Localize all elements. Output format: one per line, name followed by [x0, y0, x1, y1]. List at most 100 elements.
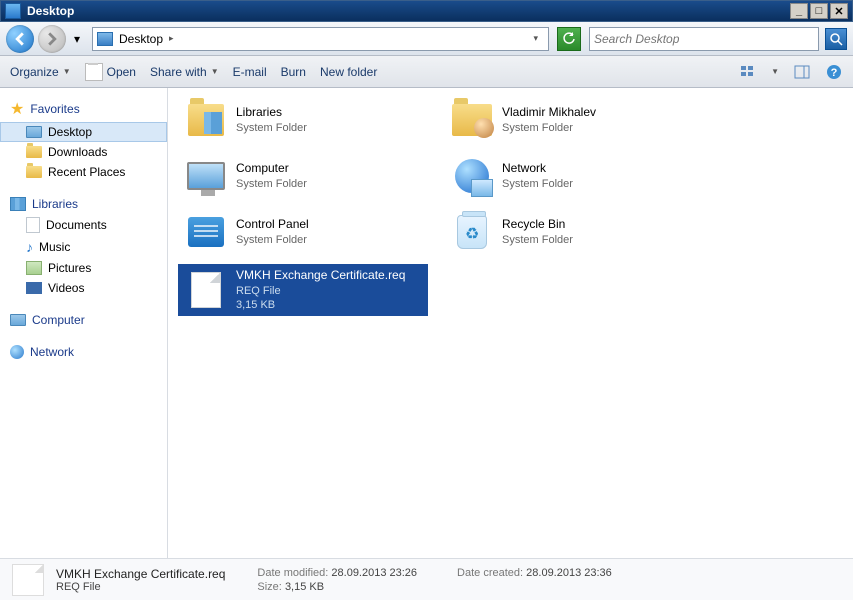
address-text: Desktop: [119, 32, 163, 46]
item-computer[interactable]: Computer System Folder: [178, 152, 428, 200]
file-icon: [186, 270, 226, 310]
share-label: Share with: [150, 65, 207, 79]
open-icon: [85, 63, 103, 81]
toolbar: Organize ▼ Open Share with ▼ E-mail Burn…: [0, 56, 853, 88]
network-icon: [452, 156, 492, 196]
email-label: E-mail: [233, 65, 267, 79]
modified-label: Date modified:: [257, 567, 328, 579]
folder-icon: [26, 166, 42, 178]
libraries-label: Libraries: [32, 197, 78, 211]
computer-icon: [10, 314, 26, 326]
details-pane: VMKH Exchange Certificate.req REQ File D…: [0, 558, 853, 600]
sidebar-item-pictures[interactable]: Pictures: [0, 258, 167, 278]
sidebar-item-label: Music: [39, 240, 70, 254]
sidebar-item-music[interactable]: ♪ Music: [0, 236, 167, 258]
open-button[interactable]: Open: [85, 63, 136, 81]
organize-label: Organize: [10, 65, 59, 79]
created-value: 28.09.2013 23:36: [526, 567, 612, 579]
item-subtitle: System Folder: [502, 177, 573, 191]
sidebar-item-label: Recent Places: [48, 165, 125, 179]
item-subtitle: System Folder: [502, 233, 573, 247]
item-user-folder[interactable]: Vladimir Mikhalev System Folder: [444, 96, 694, 144]
share-with-button[interactable]: Share with ▼: [150, 65, 219, 79]
view-options-button[interactable]: [739, 63, 757, 81]
network-label: Network: [30, 345, 74, 359]
sidebar-item-downloads[interactable]: Downloads: [0, 142, 167, 162]
sidebar-item-recent-places[interactable]: Recent Places: [0, 162, 167, 182]
sidebar-network-header[interactable]: Network: [0, 342, 167, 362]
details-file-icon: [12, 564, 44, 596]
details-columns: Date modified: 28.09.2013 23:26 Size: 3,…: [257, 567, 611, 593]
sidebar-favorites-header[interactable]: ★ Favorites: [0, 96, 167, 122]
folder-icon: [26, 146, 42, 158]
minimize-button[interactable]: _: [790, 3, 808, 19]
item-subtitle: REQ File: [236, 284, 405, 298]
app-icon: [5, 3, 21, 19]
item-network[interactable]: Network System Folder: [444, 152, 694, 200]
item-control-panel[interactable]: Control Panel System Folder: [178, 208, 428, 256]
details-main: VMKH Exchange Certificate.req REQ File: [56, 567, 225, 593]
dropdown-arrow-icon: ▼: [211, 67, 219, 76]
refresh-button[interactable]: [557, 27, 581, 51]
nav-history-dropdown[interactable]: ▾: [70, 25, 84, 53]
address-icon: [97, 32, 113, 46]
size-label: Size:: [257, 581, 281, 593]
sidebar-item-label: Pictures: [48, 261, 91, 275]
item-recycle-bin[interactable]: Recycle Bin System Folder: [444, 208, 694, 256]
item-subtitle: System Folder: [502, 121, 596, 135]
search-input[interactable]: [594, 32, 814, 46]
svg-text:?: ?: [831, 67, 838, 79]
item-name: VMKH Exchange Certificate.req: [236, 268, 405, 284]
burn-button[interactable]: Burn: [281, 65, 306, 79]
item-name: Network: [502, 161, 573, 177]
view-dropdown-icon[interactable]: ▼: [771, 67, 779, 76]
organize-button[interactable]: Organize ▼: [10, 65, 71, 79]
item-subtitle: System Folder: [236, 121, 307, 135]
forward-button[interactable]: [38, 25, 66, 53]
sidebar-item-label: Videos: [48, 281, 84, 295]
sidebar-item-desktop[interactable]: Desktop: [0, 122, 167, 142]
email-button[interactable]: E-mail: [233, 65, 267, 79]
sidebar-computer-section: Computer: [0, 310, 167, 330]
sidebar-item-videos[interactable]: Videos: [0, 278, 167, 298]
sidebar-item-label: Documents: [46, 218, 107, 232]
star-icon: ★: [10, 99, 24, 119]
address-segment-dropdown[interactable]: ▸: [169, 33, 174, 44]
sidebar-computer-header[interactable]: Computer: [0, 310, 167, 330]
close-button[interactable]: ✕: [830, 3, 848, 19]
search-button[interactable]: [825, 28, 847, 50]
newfolder-label: New folder: [320, 65, 377, 79]
title-bar: Desktop _ □ ✕: [0, 0, 853, 22]
help-button[interactable]: ?: [825, 63, 843, 81]
content-area[interactable]: Libraries System Folder Vladimir Mikhale…: [168, 88, 853, 558]
recycle-bin-icon: [452, 212, 492, 252]
pictures-icon: [26, 261, 42, 275]
monitor-icon: [26, 126, 42, 138]
back-button[interactable]: [6, 25, 34, 53]
libraries-icon: [10, 197, 26, 211]
modified-value: 28.09.2013 23:26: [331, 567, 417, 579]
sidebar-item-label: Downloads: [48, 145, 107, 159]
open-label: Open: [107, 65, 136, 79]
maximize-button[interactable]: □: [810, 3, 828, 19]
sidebar-libraries-header[interactable]: Libraries: [0, 194, 167, 214]
favorites-label: Favorites: [30, 102, 79, 116]
address-bar[interactable]: Desktop ▸ ▾: [92, 27, 549, 51]
item-name: Libraries: [236, 105, 307, 121]
new-folder-button[interactable]: New folder: [320, 65, 377, 79]
details-type: REQ File: [56, 581, 225, 593]
sidebar-item-documents[interactable]: Documents: [0, 214, 167, 236]
item-subtitle: System Folder: [236, 233, 309, 247]
sidebar-favorites-section: ★ Favorites Desktop Downloads Recent Pla…: [0, 96, 167, 182]
preview-pane-button[interactable]: [793, 63, 811, 81]
sidebar-item-label: Desktop: [48, 125, 92, 139]
item-name: Computer: [236, 161, 307, 177]
user-folder-icon: [452, 100, 492, 140]
items-grid: Libraries System Folder Vladimir Mikhale…: [178, 96, 843, 316]
item-req-file[interactable]: VMKH Exchange Certificate.req REQ File 3…: [178, 264, 428, 316]
address-dropdown[interactable]: ▾: [527, 33, 544, 44]
videos-icon: [26, 282, 42, 294]
item-libraries[interactable]: Libraries System Folder: [178, 96, 428, 144]
item-size: 3,15 KB: [236, 298, 405, 312]
search-box[interactable]: [589, 27, 819, 51]
